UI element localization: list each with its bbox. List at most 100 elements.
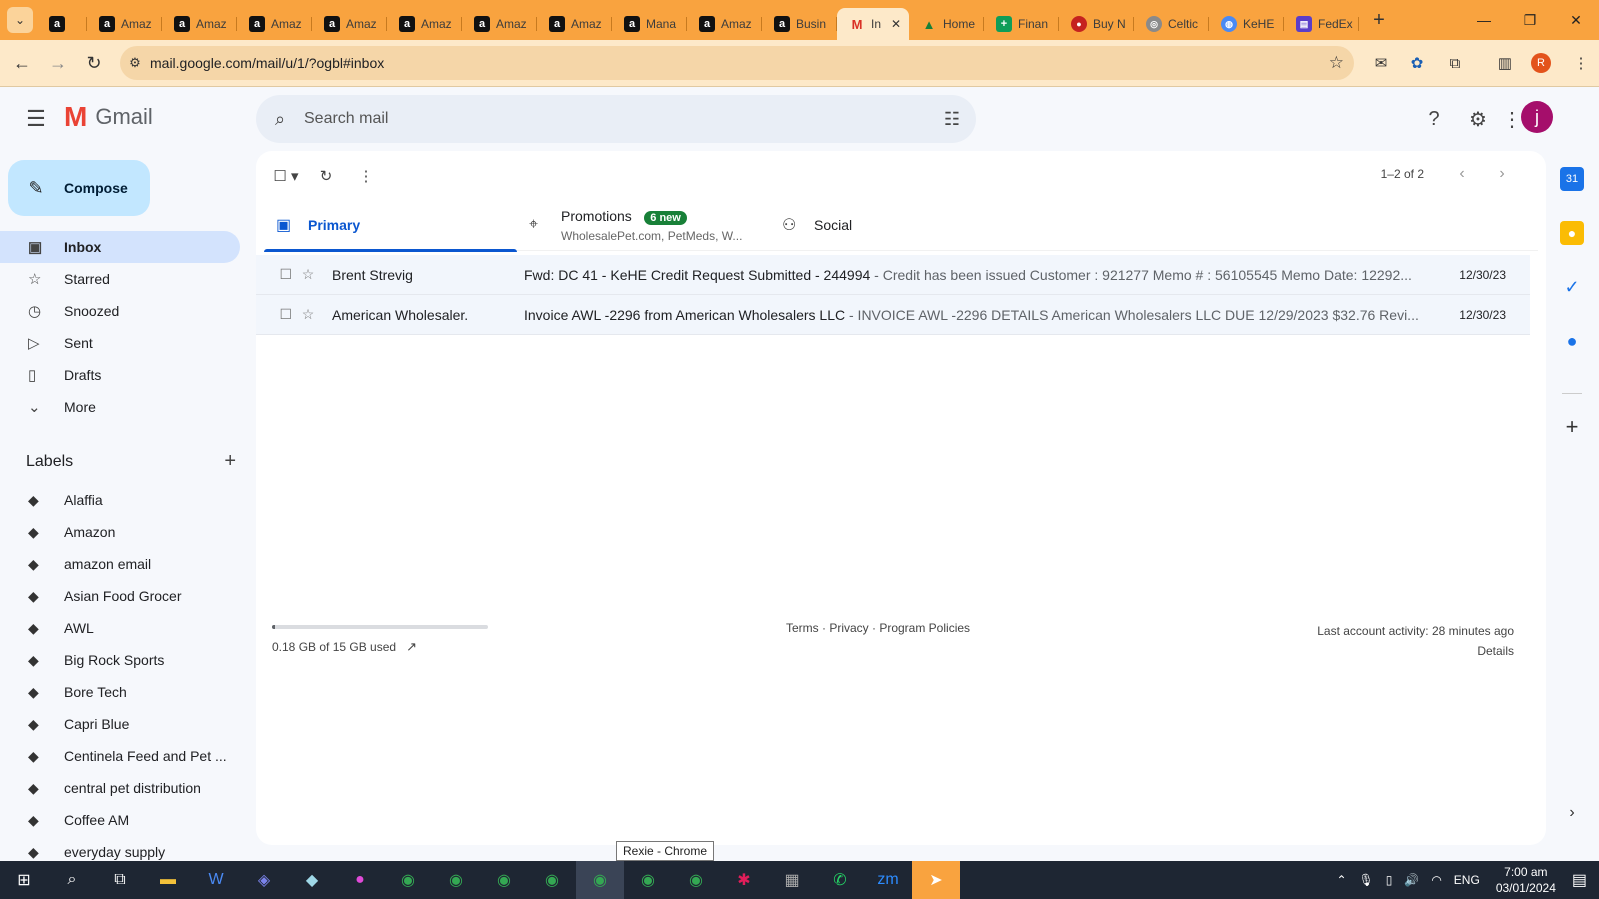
label-item[interactable]: ◆ Asian Food Grocer (0, 580, 240, 612)
whatsapp-icon[interactable]: ✆ (816, 861, 864, 899)
chrome-icon[interactable]: ◉ (480, 861, 528, 899)
notifications-icon[interactable]: ▤ (1566, 870, 1599, 890)
chrome-icon[interactable]: ◉ (432, 861, 480, 899)
browser-tab[interactable]: a Amaz (462, 8, 537, 40)
label-item[interactable]: ◆ AWL (0, 612, 240, 644)
forward-button[interactable]: → (40, 45, 76, 81)
sidebar-item-more[interactable]: ⌄ More (0, 391, 240, 423)
select-all-checkbox[interactable]: ☐ ▾ (266, 161, 306, 191)
help-icon[interactable]: ? (1418, 103, 1450, 135)
label-item[interactable]: ◆ central pet distribution (0, 772, 240, 804)
close-window-button[interactable]: ✕ (1553, 0, 1599, 40)
email-row[interactable]: ☐ ☆ American Wholesaler. Invoice AWL -2296 … (256, 295, 1530, 335)
bookmark-star-icon[interactable]: ☆ (1329, 53, 1344, 73)
site-info-icon[interactable]: ⚙ (120, 55, 150, 71)
next-page-icon[interactable]: › (1482, 165, 1522, 183)
account-avatar[interactable]: j (1521, 101, 1553, 133)
browser-tab[interactable]: a Amaz (387, 8, 462, 40)
tab-primary[interactable]: ▣ Primary (264, 199, 517, 252)
open-external-icon[interactable]: ↗ (406, 639, 417, 655)
star-icon[interactable]: ☆ (292, 266, 324, 283)
wifi-icon[interactable]: ◠ (1425, 873, 1447, 887)
browser-tab[interactable]: a Busin (762, 8, 837, 40)
refresh-icon[interactable]: ↻ (306, 161, 346, 191)
more-options-icon[interactable]: ⋮ (346, 161, 386, 191)
reload-button[interactable]: ↻ (76, 45, 112, 81)
label-item[interactable]: ◆ Centinela Feed and Pet ... (0, 740, 240, 772)
details-link[interactable]: Details (1317, 641, 1514, 661)
footer-links[interactable]: Terms · Privacy · Program Policies (786, 621, 970, 635)
sidebar-item-sent[interactable]: ▷ Sent (0, 327, 240, 359)
volume-icon[interactable]: 🔊 (1398, 873, 1425, 887)
calculator-icon[interactable]: ▦ (768, 861, 816, 899)
app-icon[interactable]: ● (336, 861, 384, 899)
chrome-icon[interactable]: ◉ (624, 861, 672, 899)
slack-icon[interactable]: ✱ (720, 861, 768, 899)
telegram-icon[interactable]: ➤ (912, 861, 960, 899)
browser-tab[interactable]: a Amaz (687, 8, 762, 40)
task-view-icon[interactable]: ⧉ (96, 861, 144, 899)
sidebar-item-inbox[interactable]: ▣ Inbox (0, 231, 240, 263)
gmail-logo[interactable]: M Gmail (64, 103, 153, 131)
row-checkbox[interactable]: ☐ (256, 306, 292, 323)
keep-icon[interactable]: ● (1560, 221, 1584, 245)
tab-search-button[interactable]: ⌄ (7, 7, 33, 33)
file-explorer-icon[interactable]: ▬ (144, 861, 192, 899)
row-checkbox[interactable]: ☐ (256, 266, 292, 283)
add-addon-icon[interactable]: + (1560, 414, 1584, 439)
browser-tab[interactable]: ▲ Home (909, 8, 984, 40)
browser-tab[interactable]: ◎ Celtic (1134, 8, 1209, 40)
new-tab-button[interactable]: + (1365, 9, 1393, 32)
chrome-menu-icon[interactable]: ⋮ (1566, 48, 1596, 78)
clock[interactable]: 7:00 am 03/01/2024 (1486, 864, 1566, 896)
language-indicator[interactable]: ENG (1448, 873, 1486, 887)
search-input[interactable] (304, 110, 904, 128)
profile-button[interactable]: R (1526, 48, 1556, 78)
label-item[interactable]: ◆ Amazon (0, 516, 240, 548)
chrome-icon[interactable]: ◉ (576, 861, 624, 899)
browser-tab[interactable]: ◍ KeHE (1209, 8, 1284, 40)
browser-tab[interactable]: a Mana (612, 8, 687, 40)
tray-chevron-icon[interactable]: ⌃ (1330, 873, 1352, 887)
email-row[interactable]: ☐ ☆ Brent Strevig Fwd: DC 41 - KeHE Credit … (256, 255, 1530, 295)
star-icon[interactable]: ☆ (292, 306, 324, 323)
side-panel-icon[interactable]: ▥ (1490, 48, 1520, 78)
browser-tab[interactable]: a Amaz (87, 8, 162, 40)
prev-page-icon[interactable]: ‹ (1442, 165, 1482, 183)
label-item[interactable]: ◆ Alaffia (0, 484, 240, 516)
browser-tab[interactable]: M In ✕ (837, 8, 909, 40)
chrome-icon[interactable]: ◉ (528, 861, 576, 899)
browser-tab[interactable]: a Amaz (537, 8, 612, 40)
compose-button[interactable]: ✎ Compose (8, 160, 150, 216)
zoom-icon[interactable]: zm (864, 861, 912, 899)
search-options-icon[interactable]: ☷ (944, 109, 960, 130)
label-item[interactable]: ◆ amazon email (0, 548, 240, 580)
tab-promotions[interactable]: ⌖ Promotions 6 new WholesalePet.com, Pet… (517, 199, 770, 251)
label-item[interactable]: ◆ Bore Tech (0, 676, 240, 708)
chrome-icon[interactable]: ◉ (384, 861, 432, 899)
add-label-icon[interactable]: + (224, 450, 236, 473)
battery-icon[interactable]: ▯ (1380, 873, 1399, 887)
browser-tab[interactable]: + Finan (984, 8, 1059, 40)
mic-icon[interactable]: 🎙 (1353, 873, 1380, 887)
contacts-icon[interactable]: ● (1560, 329, 1584, 353)
chrome-icon[interactable]: ◉ (672, 861, 720, 899)
app-icon[interactable]: ◆ (288, 861, 336, 899)
sidebar-item-snoozed[interactable]: ◷ Snoozed (0, 295, 240, 327)
search-icon[interactable]: ⌕ (256, 109, 304, 130)
restore-button[interactable]: ❐ (1507, 0, 1553, 40)
extension-icon[interactable]: ✉ (1366, 48, 1396, 78)
close-tab-icon[interactable]: ✕ (891, 17, 901, 31)
settings-gear-icon[interactable]: ⚙ (1462, 103, 1494, 135)
browser-tab[interactable]: a Amaz (312, 8, 387, 40)
browser-tab[interactable]: ▤ FedEx (1284, 8, 1359, 40)
start-icon[interactable]: ⊞ (0, 861, 48, 899)
browser-tab[interactable]: a (37, 8, 87, 40)
minimize-button[interactable]: — (1461, 0, 1507, 40)
main-menu-icon[interactable]: ☰ (20, 103, 52, 135)
word-icon[interactable]: W (192, 861, 240, 899)
browser-tab[interactable]: a Amaz (162, 8, 237, 40)
app-icon[interactable]: ◈ (240, 861, 288, 899)
search-icon[interactable]: ⌕ (48, 861, 96, 899)
label-item[interactable]: ◆ Coffee AM (0, 804, 240, 836)
